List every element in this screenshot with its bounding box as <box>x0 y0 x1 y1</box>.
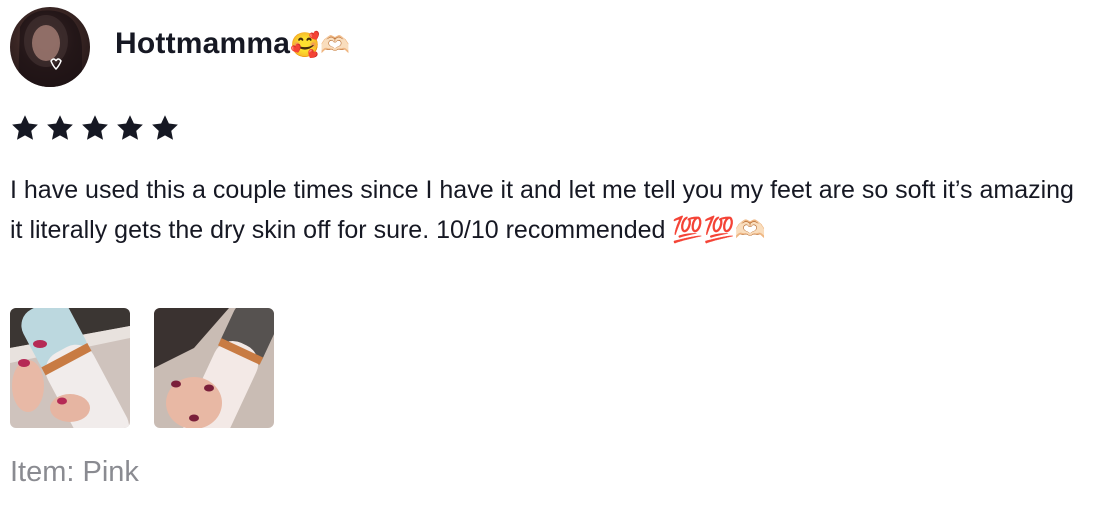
review-photo-1[interactable] <box>10 308 130 428</box>
star-icon <box>12 115 38 140</box>
review-text: I have used this a couple times since I … <box>10 176 1074 244</box>
reviewer-username[interactable]: Hottmamma🥰🫶🏻 <box>115 24 350 65</box>
username-emojis: 🥰🫶🏻 <box>290 31 351 59</box>
star-icon <box>82 115 108 140</box>
review-photos <box>10 308 274 428</box>
username-text: Hottmamma <box>115 27 291 60</box>
reviewer-avatar[interactable] <box>10 7 90 87</box>
star-icon <box>152 115 178 140</box>
star-icon <box>117 115 143 140</box>
star-icon <box>47 115 73 140</box>
item-variant: Item: Pink <box>10 456 139 488</box>
star-rating <box>10 113 180 143</box>
review-photo-2[interactable] <box>154 308 274 428</box>
